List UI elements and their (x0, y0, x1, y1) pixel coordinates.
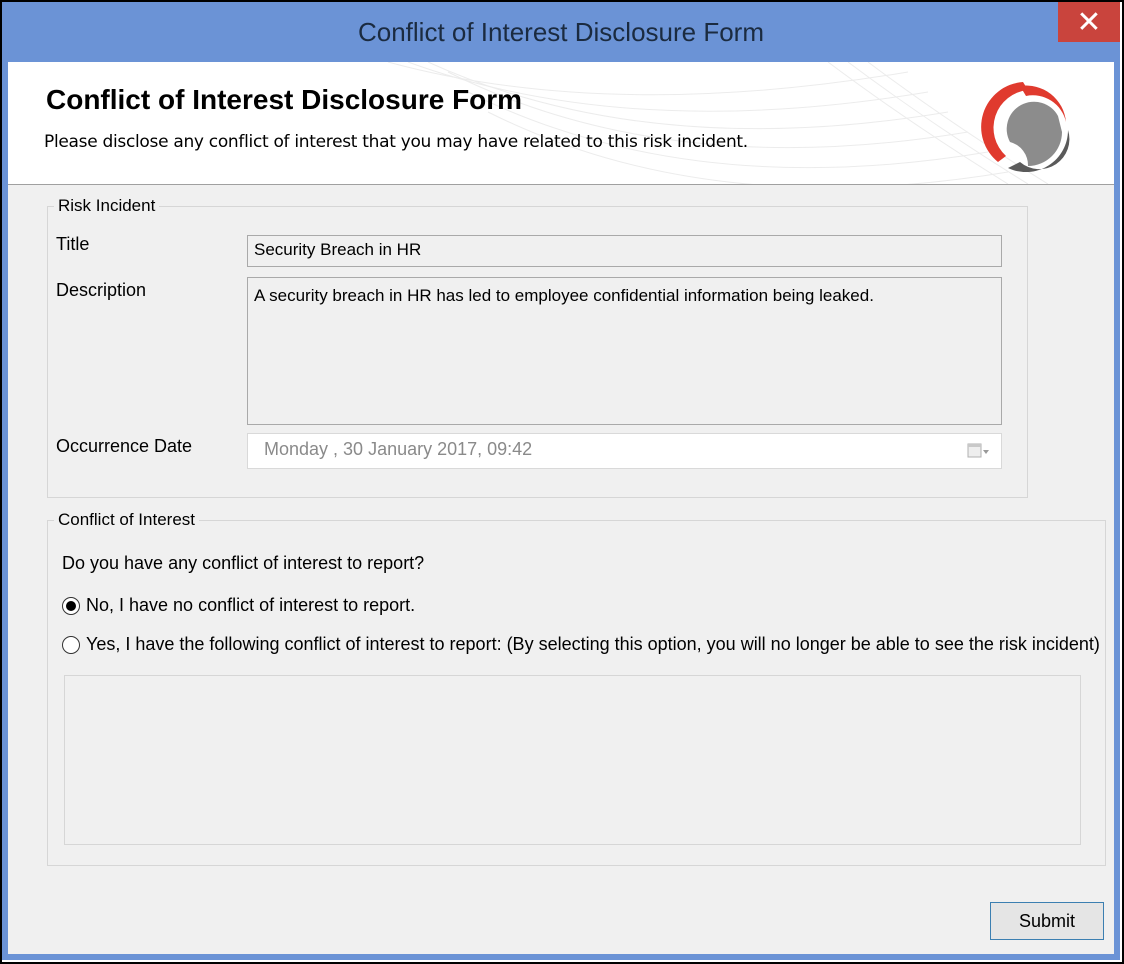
title-field[interactable]: Security Breach in HR (247, 235, 1002, 267)
submit-button[interactable]: Submit (990, 902, 1104, 940)
radio-yes-label: Yes, I have the following conflict of in… (86, 634, 1100, 654)
description-field[interactable]: A security breach in HR has led to emplo… (247, 277, 1002, 425)
conflict-question: Do you have any conflict of interest to … (62, 553, 425, 573)
conflict-legend: Conflict of Interest (58, 510, 196, 529)
radio-yes-conflict[interactable]: Yes, I have the following conflict of in… (62, 634, 1100, 655)
calendar-dropdown-icon[interactable] (967, 442, 991, 465)
description-label: Description (56, 280, 147, 300)
radio-unselected-icon[interactable] (62, 635, 80, 654)
company-logo-icon (981, 82, 1070, 173)
risk-incident-legend: Risk Incident (58, 196, 156, 215)
radio-no-conflict[interactable]: No, I have no conflict of interest to re… (62, 595, 415, 616)
window-titlebar[interactable]: Conflict of Interest Disclosure Form (2, 2, 1120, 62)
form-header: Conflict of Interest Disclosure Form Ple… (8, 62, 1114, 185)
occurrence-date-label: Occurrence Date (56, 436, 193, 456)
radio-no-label: No, I have no conflict of interest to re… (86, 595, 416, 615)
title-label: Title (56, 234, 90, 254)
occurrence-date-picker[interactable]: Monday , 30 January 2017, 09:42 (247, 433, 1002, 469)
radio-selected-icon[interactable] (62, 596, 80, 615)
header-background-pattern (387, 62, 1049, 184)
conflict-details-textarea[interactable] (64, 675, 1081, 845)
occurrence-date-value: Monday , 30 January 2017, 09:42 (264, 439, 533, 459)
form-title: Conflict of Interest Disclosure Form (46, 84, 523, 115)
dialog-window: Conflict of Interest Disclosure Form ✕ C… (0, 0, 1124, 964)
form-subtitle: Please disclose any conflict of interest… (44, 132, 748, 152)
close-button[interactable]: ✕ (1058, 2, 1120, 42)
window-title: Conflict of Interest Disclosure Form (357, 16, 764, 47)
close-icon: ✕ (1076, 5, 1102, 39)
